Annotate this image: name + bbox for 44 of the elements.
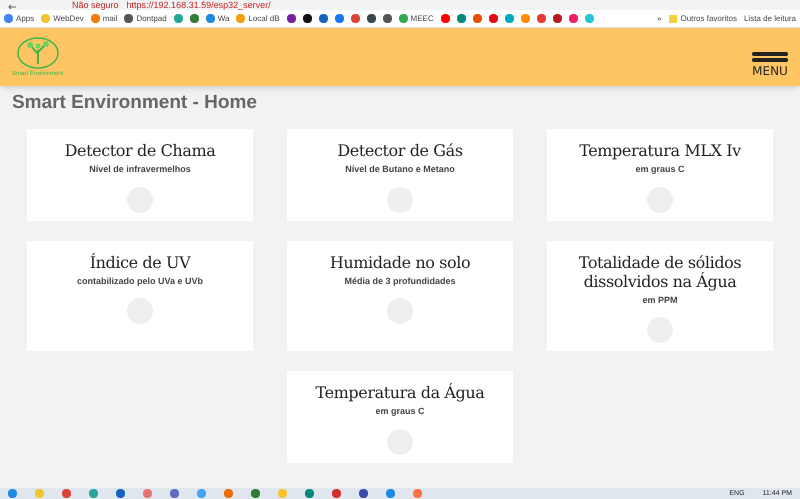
bookmark[interactable]: Local dB: [236, 12, 280, 24]
bookmark-icon[interactable]: [286, 14, 296, 23]
bookmark[interactable]: Wa: [206, 12, 230, 24]
back-arrow-icon[interactable]: [8, 4, 16, 10]
card-title: Temperatura MLX Iv: [579, 141, 741, 160]
card-title: Humidade no solo: [330, 252, 470, 272]
card-subtitle: em graus C: [375, 405, 425, 418]
address-url[interactable]: https://192.168.31.59/esp32_server/: [126, 0, 271, 10]
reading-list[interactable]: Lista de leitura: [744, 12, 796, 24]
bookmark[interactable]: WebDev: [41, 12, 84, 24]
card-subtitle: Nível de infravermelhos: [89, 163, 191, 176]
card-subtitle: Nível de Butano e Metano: [345, 163, 455, 176]
card-subtitle: em PPM: [642, 294, 678, 306]
bookmark[interactable]: Dontpad: [124, 12, 167, 24]
card-title: Índice de UV: [90, 252, 190, 272]
taskbar-app-icon[interactable]: [359, 489, 368, 498]
bookmark[interactable]: Apps: [4, 12, 34, 24]
card-title: Detector de Gás: [337, 141, 463, 160]
taskbar-app-icon[interactable]: [62, 489, 71, 498]
card-title: Temperatura da Água: [316, 383, 484, 402]
taskbar-app-icon[interactable]: [251, 489, 260, 498]
bookmark[interactable]: MEEC: [398, 12, 434, 24]
menu-button[interactable]: MENU: [752, 52, 788, 78]
page-title: Smart Environment - Home: [11, 92, 258, 114]
card-title: Totalidade de sólidos dissolvidos na Água: [578, 252, 742, 290]
overflow-chevron[interactable]: »: [657, 12, 662, 24]
taskbar-app-icon[interactable]: [170, 489, 179, 498]
card-subtitle: Média de 3 profundidades: [344, 274, 456, 288]
taskbar-app-icon[interactable]: [332, 489, 341, 498]
bookmark-icon[interactable]: [382, 14, 392, 23]
taskbar-app-icon[interactable]: [116, 489, 125, 498]
card-subtitle: em graus C: [635, 163, 685, 176]
card-subtitle: contabilizado pelo UVa e UVb: [76, 274, 204, 288]
tree-logo-icon: [16, 36, 60, 70]
bookmark-icon[interactable]: [366, 14, 376, 23]
bookmark-icon[interactable]: [302, 14, 312, 23]
taskbar-app-icon[interactable]: [386, 489, 395, 498]
bookmark-folder[interactable]: Outros favoritos: [668, 12, 737, 24]
bookmark-icon[interactable]: [552, 14, 562, 23]
taskbar-app-icon[interactable]: [8, 489, 17, 498]
card-title: Detector de Chama: [64, 141, 216, 160]
bookmark[interactable]: mail: [90, 12, 118, 24]
security-warning[interactable]: Não seguro: [72, 0, 119, 10]
taskbar-app-icon[interactable]: [305, 489, 314, 498]
